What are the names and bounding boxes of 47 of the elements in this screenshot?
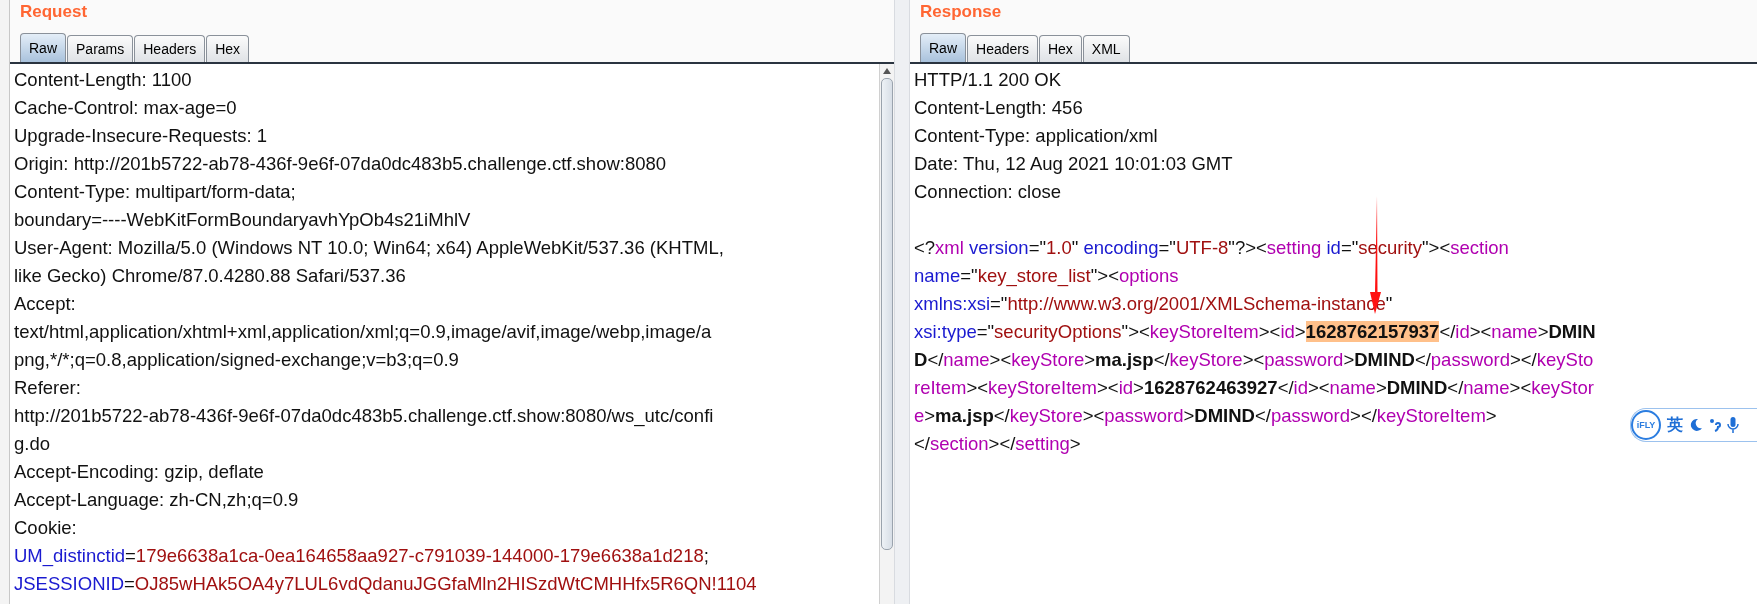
tab[interactable]: Headers [967, 35, 1038, 62]
code-line: e>ma.jsp</keyStore><password>DMIND</password></keyStoreItem> [914, 404, 1497, 428]
punctuation-icon[interactable] [1709, 418, 1721, 432]
code-line: Cookie: [14, 516, 77, 540]
code-line: Origin: http://201b5722-ab78-436f-9e6f-07da0dc483b5.challenge.ctf.show:8080 [14, 152, 667, 176]
code-line: boundary=----WebKitFormBoundaryavhYpOb4s21iMhlV [14, 208, 471, 232]
code-line: text/html,application/xhtml+xml,application/xml;q=0.9,image/avif,image/webp,image/a [14, 320, 712, 344]
tab[interactable]: Headers [134, 35, 206, 62]
scrollbar[interactable] [879, 64, 894, 604]
code-line: </section></setting> [914, 432, 1081, 456]
code-line: User-Agent: Mozilla/5.0 (Windows NT 10.0; Win64; x64) AppleWebKit/537.36 (KHTML, [14, 236, 724, 260]
code-line: Cache-Control: max-age=0 [14, 96, 237, 120]
microphone-icon[interactable] [1727, 417, 1739, 433]
moon-icon[interactable] [1689, 418, 1703, 432]
code-line: Content-Length: 1100 [14, 68, 192, 92]
code-line: Content-Type: multipart/form-data; [14, 180, 296, 204]
code-line: reItem><keyStoreItem><id>1628762463927</id><name>DMIND</name><keyStor [914, 376, 1594, 400]
panel-title: Response [919, 1, 1003, 23]
code-line: http://201b5722-ab78-436f-9e6f-07da0dc483b5.challenge.ctf.show:8080/ws_utc/confi [14, 404, 714, 429]
tab[interactable]: Hex [1038, 35, 1082, 62]
tab[interactable]: XML [1082, 35, 1130, 62]
code-line: Referer: [14, 376, 81, 400]
code-line: JSESSIONID=OJ85wHAk5OA4y7LUL6vdQdanuJGGfaMln2HISzdWtCMHHfx5R6QN!1104 [14, 572, 757, 596]
code-line: xsi:type="securityOptions"><keyStoreItem><id>1628762157937</id><name>DMIN [914, 320, 1596, 344]
code-line: Content-Length: 456 [914, 96, 1083, 120]
panel-title: Request [19, 1, 89, 23]
code-line: Accept: [14, 292, 76, 316]
code-line: Accept-Encoding: gzip, deflate [14, 460, 264, 484]
code-line: png,*/*;q=0.8,application/signed-exchange;v=b3;q=0.9 [14, 348, 459, 372]
code-line: Accept-Language: zh-CN,zh;q=0.9 [14, 488, 299, 512]
tab[interactable]: Raw [20, 33, 66, 62]
code-line: Content-Type: application/xml [914, 124, 1158, 148]
code-line: HTTP/1.1 200 OK [914, 68, 1062, 92]
language-toggle[interactable]: 英 [1667, 414, 1683, 436]
tab[interactable]: Hex [206, 35, 250, 62]
code-line: Upgrade-Insecure-Requests: 1 [14, 124, 267, 148]
code-line: D</name><keyStore>ma.jsp</keyStore><password>DMIND</password></keySto [914, 348, 1594, 372]
code-line: UM_distinctid=179e6638a1ca-0ea164658aa927-c791039-144000-179e6638a1d218; [14, 544, 709, 569]
code-line: like Gecko) Chrome/87.0.4280.88 Safari/537.36 [14, 264, 406, 288]
tab[interactable]: Raw [920, 33, 966, 62]
ime-logo[interactable]: iFLY [1631, 410, 1661, 440]
tab[interactable]: Params [67, 35, 134, 62]
code-line: g.do [14, 432, 50, 456]
code-line: Date: Thu, 12 Aug 2021 10:01:03 GMT [914, 152, 1233, 176]
code-line: name="key_store_list"><options [914, 264, 1179, 289]
scroll-up-icon[interactable] [883, 68, 891, 74]
code-line: Connection: close [914, 180, 1062, 204]
